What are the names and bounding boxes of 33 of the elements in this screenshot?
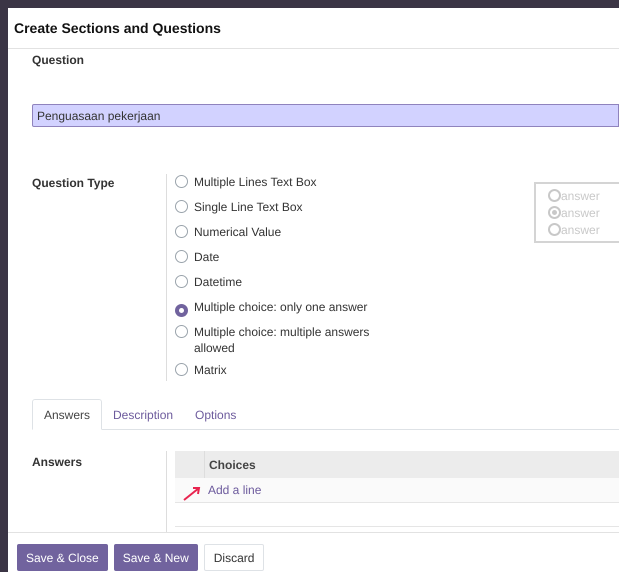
option-label: Date <box>194 249 220 265</box>
arrow-icon <box>183 485 203 501</box>
question-label: Question <box>32 52 84 69</box>
question-type-label: Question Type <box>32 175 116 192</box>
question-input-field[interactable]: Penguasaan pekerjaan <box>32 104 619 127</box>
option-label: Numerical Value <box>194 224 282 240</box>
radio-button[interactable] <box>548 223 561 236</box>
action-button[interactable]: Save & Close <box>17 544 108 571</box>
tab[interactable]: Answers <box>32 399 102 430</box>
option-label: Multiple choice: multiple answers allowed <box>194 324 370 356</box>
tab[interactable]: Description <box>102 399 184 430</box>
dialog-title: Create Sections and Questions <box>14 18 221 38</box>
radio-button[interactable] <box>175 175 188 188</box>
radio-button[interactable] <box>548 206 561 219</box>
radio-button[interactable] <box>175 325 188 338</box>
radio-button[interactable] <box>175 363 188 376</box>
option-label: Multiple choice: only one answer <box>194 299 368 315</box>
option-label: Matrix <box>194 362 227 378</box>
answers-label: Answers <box>32 454 84 471</box>
option-label: Single Line Text Box <box>194 199 303 215</box>
radio-button[interactable] <box>175 250 188 263</box>
action-button[interactable]: Discard <box>204 544 264 571</box>
column-header: Choices <box>208 456 256 474</box>
radio-button[interactable] <box>175 304 188 317</box>
option-label: Multiple Lines Text Box <box>194 174 317 190</box>
action-button[interactable]: Save & New <box>114 544 198 571</box>
option-label: Datetime <box>194 274 242 290</box>
radio-button[interactable] <box>548 189 561 202</box>
add-line-link[interactable]: Add a line <box>208 481 262 499</box>
radio-button[interactable] <box>175 275 188 288</box>
radio-button[interactable] <box>175 200 188 213</box>
radio-button[interactable] <box>175 225 188 238</box>
tab[interactable]: Options <box>184 399 248 430</box>
